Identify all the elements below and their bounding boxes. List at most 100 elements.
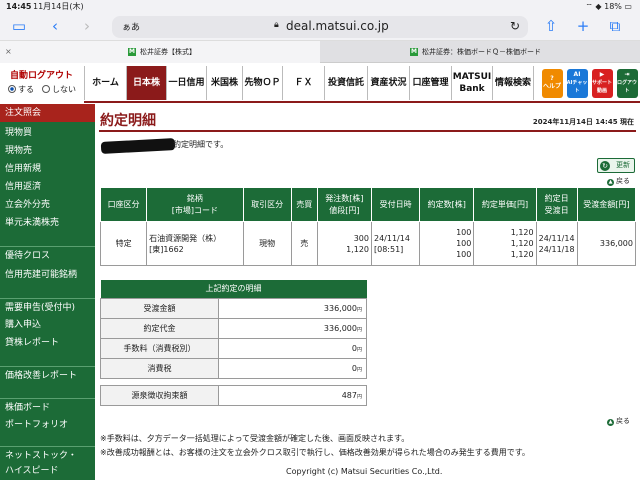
nav-matsui-bank[interactable]: MATSUI Bank — [451, 66, 492, 100]
help-button[interactable]: ? ヘルプ — [540, 66, 564, 100]
tabs-overview-icon[interactable]: ⧉ — [604, 15, 626, 37]
help-icon: ? — [550, 75, 554, 82]
sidebar-item-margin-close[interactable]: 信用返済 — [0, 178, 95, 196]
address-bar[interactable]: ぁあ 🔒︎ deal.matsui.co.jp ↻ — [112, 16, 528, 38]
sidebar-item-demand[interactable]: 需要申告(受付中) — [0, 298, 95, 316]
ai-chat-button[interactable]: AI AIチャット — [565, 66, 589, 100]
account-type: 特定 — [99, 221, 148, 266]
sidebar-item-margin-new[interactable]: 信用新規 — [0, 160, 95, 178]
sidebar-item-short-list[interactable]: 信用売建可能銘柄 — [0, 266, 95, 284]
nav-divider — [84, 101, 640, 103]
close-tab-icon[interactable]: × — [5, 41, 12, 63]
sidebar-item-cash-buy[interactable]: 現物買 — [0, 124, 95, 142]
orders-table: 口座区分 銘柄 [市場]コード 取引区分 売買 発注数[株] 値段[円] 受付日… — [99, 187, 637, 266]
note-improvement-fee: ※改善成功報酬とは、お客様の注文を立会外クロス取引で執行し、価格改善効果が得られ… — [100, 448, 530, 457]
side: 売 — [290, 221, 318, 266]
nav-jp-stock[interactable]: 日本株 — [126, 66, 166, 100]
refresh-icon: ↻ — [600, 161, 610, 171]
exec-settle-dates: 24/11/14 24/11/18 — [535, 221, 578, 266]
sidebar: 注文照会 現物買 現物売 信用新規 信用返済 立会外分売 単元未満株売 優待クロ… — [0, 104, 95, 480]
browser-tab[interactable]: M 松井証券：株価ボードＱ－株価ボード — [320, 41, 640, 63]
receive-datetime: 24/11/14 [08:51] — [370, 221, 421, 266]
clock: 14:45 — [6, 2, 32, 11]
sidebar-item-portfolio[interactable]: ポートフォリオ — [0, 416, 95, 434]
page-title: 約定明細 — [100, 113, 156, 129]
logout-icon: ⇥ — [624, 71, 630, 78]
sidebar-item-order-inquiry[interactable]: 注文照会 — [0, 104, 95, 122]
lock-icon: 🔒︎ — [274, 20, 279, 30]
col-recv-time: 受付日時 — [370, 187, 421, 222]
sidebar-item-odd-lot[interactable]: 単元未満株売 — [0, 214, 95, 232]
video-icon: ▶ — [599, 71, 605, 78]
forward-icon[interactable]: › — [76, 15, 98, 37]
sidebar-item-subscribe[interactable]: 購入申込 — [0, 316, 95, 334]
sidebar-item-highspeed[interactable]: ハイスピード — [0, 462, 95, 480]
nav-account[interactable]: 口座管理 — [409, 66, 451, 100]
page-message: 約定明細です。 — [173, 140, 229, 149]
nav-futures-op[interactable]: 先物ＯＰ — [242, 66, 282, 100]
nav-fund[interactable]: 投資信託 — [324, 66, 367, 100]
back-link[interactable]: ▲ 戻る — [607, 176, 630, 186]
col-exec-price: 約定単価[円] — [473, 187, 537, 222]
summary-title: 上記約定の明細 — [100, 280, 367, 298]
col-dates: 約定日 受渡日 — [535, 187, 578, 222]
nav-us-stock[interactable]: 米国株 — [206, 66, 242, 100]
sidebar-item-board[interactable]: 株価ボード — [0, 398, 95, 416]
col-exec-qty: 約定数[株] — [419, 187, 475, 222]
col-account: 口座区分 — [99, 187, 148, 222]
nav-day-margin[interactable]: 一日信用 — [166, 66, 206, 100]
redaction-mark — [100, 138, 176, 154]
stock-cell: 石油資源開発（株） [東]1662 — [146, 221, 244, 266]
title-divider — [99, 130, 636, 132]
exec-price: 1,120 1,120 1,120 — [473, 221, 537, 266]
stock-name-link[interactable]: 石油資源開発（株） — [149, 233, 240, 244]
col-trade: 取引区分 — [242, 187, 292, 222]
main-content: 約定明細 2024年11月14日 14:45 現在 約定明細です。 ↻ 更新 ▲ 戻… — [95, 104, 640, 480]
auto-logout-on-radio[interactable]: する — [8, 84, 34, 95]
table-row: 約定代金 336,000円 — [100, 317, 367, 339]
battery: ⌔ ◆ 18% ▭ — [585, 2, 632, 11]
nav-search[interactable]: 情報検索 — [492, 66, 534, 100]
ai-icon: AI — [573, 71, 581, 78]
sidebar-item-yutai-cross[interactable]: 優待クロス — [0, 246, 95, 264]
sidebar-icon[interactable]: ▭ — [8, 15, 30, 37]
reader-button[interactable]: ぁあ — [122, 20, 140, 33]
share-icon[interactable]: ⇧ — [540, 15, 562, 37]
browser-tab-strip: × M 松井証券【株式】 M 松井証券：株価ボードＱ－株価ボード — [0, 41, 640, 63]
refresh-button[interactable]: ↻ 更新 — [597, 158, 635, 173]
date: 11月14日(木) — [33, 2, 84, 11]
back-arrow-icon: ▲ — [607, 179, 614, 186]
favicon-icon: M — [128, 48, 136, 56]
new-tab-icon[interactable]: + — [572, 15, 594, 37]
browser-tab-active[interactable]: × M 松井証券【株式】 — [0, 41, 320, 63]
table-row: 消費税 0円 — [100, 357, 367, 379]
back-arrow-icon: ▲ — [607, 419, 614, 426]
auto-logout-label: 自動ログアウト — [10, 71, 74, 81]
copyright: Copyright (c) Matsui Securities Co.,Ltd. — [286, 467, 443, 476]
nav-fx[interactable]: ＦＸ — [282, 66, 324, 100]
stock-code: [東]1662 — [149, 244, 184, 254]
ios-status-bar: 14:45 11月14日(木) ⌔ ◆ 18% ▭ — [0, 0, 640, 13]
table-row: 受渡金額 336,000円 — [100, 297, 367, 319]
settle-amount: 336,000 — [576, 221, 637, 266]
back-icon[interactable]: ‹ — [44, 15, 66, 37]
trade-type: 現物 — [242, 221, 292, 266]
logout-button[interactable]: ⇥ ログアウト — [615, 66, 639, 100]
back-link-bottom[interactable]: ▲ 戻る — [607, 416, 630, 426]
nav-home[interactable]: ホーム — [84, 66, 126, 100]
reload-icon[interactable]: ↻ — [510, 19, 520, 33]
col-stock: 銘柄 [市場]コード — [146, 187, 244, 222]
table-row: 特定 石油資源開発（株） [東]1662 現物 売 300 1,120 24/11/… — [99, 221, 637, 266]
sidebar-item-off-floor[interactable]: 立会外分売 — [0, 196, 95, 214]
summary-table: 上記約定の明細 受渡金額 336,000円 約定代金 336,000円 手数料（消費… — [100, 280, 367, 406]
exec-qty: 100 100 100 — [419, 221, 475, 266]
col-amount: 受渡金額[円] — [576, 187, 637, 222]
sidebar-item-lending[interactable]: 貸株レポート — [0, 334, 95, 352]
order-qty-price: 300 1,120 — [316, 221, 373, 266]
sidebar-item-cash-sell[interactable]: 現物売 — [0, 142, 95, 160]
nav-assets[interactable]: 資産状況 — [367, 66, 409, 100]
support-video-button[interactable]: ▶ サポート動画 — [590, 66, 614, 100]
browser-toolbar: ▭ ‹ › ぁあ 🔒︎ deal.matsui.co.jp ↻ ⇧ + ⧉ — [0, 13, 640, 41]
sidebar-item-price-improve[interactable]: 価格改善レポート — [0, 366, 95, 384]
auto-logout-off-radio[interactable]: しない — [42, 84, 76, 95]
